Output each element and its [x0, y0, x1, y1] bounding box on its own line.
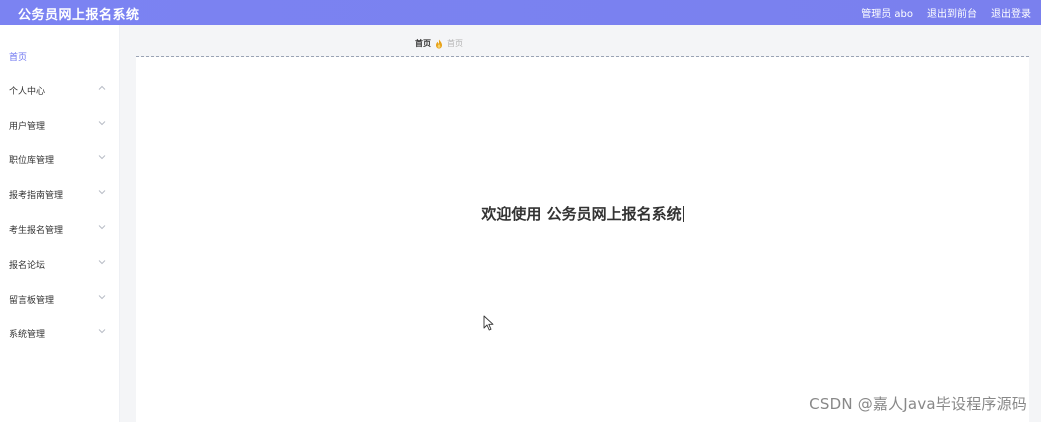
sidebar-item-user-management[interactable]: 用户管理: [0, 108, 120, 142]
sidebar-item-label: 个人中心: [9, 86, 46, 97]
breadcrumb-home[interactable]: 首页: [415, 38, 431, 49]
breadcrumb-bar: 首页 首页: [136, 25, 1029, 57]
sidebar-item-candidate-registration[interactable]: 考生报名管理: [0, 212, 120, 246]
sidebar-item-message-board[interactable]: 留言板管理: [0, 282, 120, 316]
chevron-down-icon: [98, 258, 106, 266]
top-actions: 管理员 abo 退出到前台 退出登录: [861, 5, 1031, 20]
sidebar: 首页 个人中心 用户管理 职位库管理 报考指南管理 考生报名管理 报名论坛 留言…: [0, 25, 120, 422]
sidebar-item-forum[interactable]: 报名论坛: [0, 247, 120, 281]
sidebar-item-label: 留言板管理: [9, 295, 55, 306]
exit-to-frontend-link[interactable]: 退出到前台: [927, 5, 977, 20]
chevron-down-icon: [98, 293, 106, 301]
sidebar-item-home[interactable]: 首页: [0, 39, 120, 73]
chevron-down-icon: [98, 188, 106, 196]
sidebar-item-label: 报考指南管理: [9, 190, 64, 201]
sidebar-item-position-library[interactable]: 职位库管理: [0, 142, 120, 176]
chevron-down-icon: [98, 327, 106, 335]
chevron-down-icon: [98, 223, 106, 231]
sidebar-item-system-management[interactable]: 系统管理: [0, 316, 120, 350]
welcome-message: 欢迎使用 公务员网上报名系统: [136, 203, 1029, 224]
watermark: CSDN @嘉人Java毕设程序源码: [809, 395, 1027, 413]
sidebar-item-label: 考生报名管理: [9, 225, 64, 236]
chevron-down-icon: [98, 153, 106, 161]
welcome-text: 欢迎使用 公务员网上报名系统: [481, 205, 682, 223]
sidebar-item-label: 报名论坛: [9, 260, 46, 271]
breadcrumb: 首页 首页: [415, 38, 463, 49]
app-title: 公务员网上报名系统: [18, 8, 140, 23]
top-bar: 公务员网上报名系统 管理员 abo 退出到前台 退出登录: [0, 0, 1041, 25]
chevron-down-icon: [98, 119, 106, 127]
mouse-pointer-icon: [483, 315, 495, 331]
main-content: 首页 首页 欢迎使用 公务员网上报名系统: [136, 25, 1029, 422]
sidebar-item-label: 职位库管理: [9, 155, 55, 166]
chevron-up-icon: [98, 84, 106, 92]
sidebar-item-label: 首页: [9, 52, 28, 63]
sidebar-item-exam-guide[interactable]: 报考指南管理: [0, 177, 120, 211]
sidebar-item-label: 用户管理: [9, 121, 46, 132]
breadcrumb-current: 首页: [447, 39, 463, 48]
flame-icon: [435, 39, 443, 49]
text-caret: [682, 206, 684, 222]
sidebar-item-personal-center[interactable]: 个人中心: [0, 73, 120, 107]
current-user-label[interactable]: 管理员 abo: [861, 5, 913, 20]
sidebar-item-label: 系统管理: [9, 329, 46, 340]
logout-link[interactable]: 退出登录: [991, 5, 1031, 20]
